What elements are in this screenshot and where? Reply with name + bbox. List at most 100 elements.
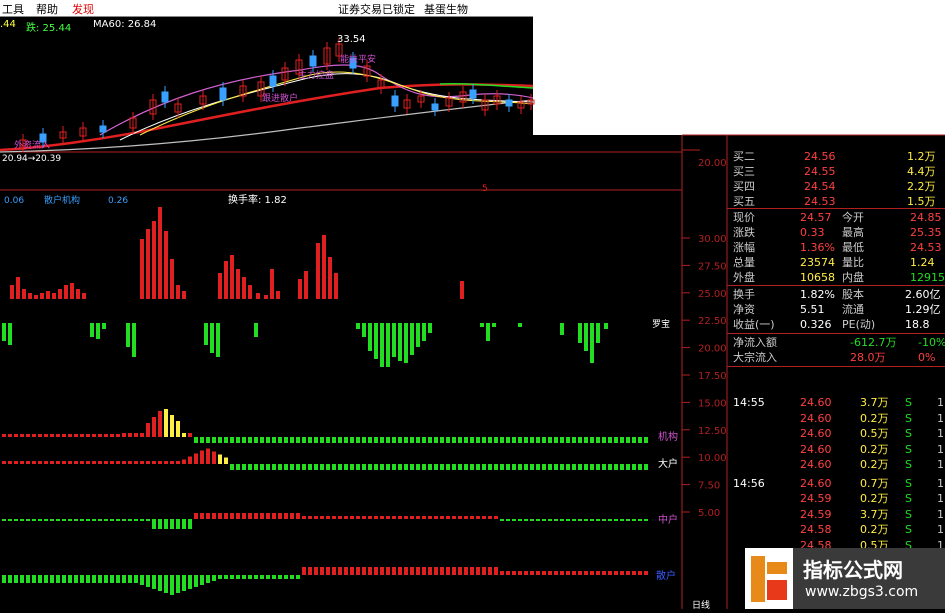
band-bar bbox=[524, 571, 528, 575]
band-bar bbox=[542, 437, 546, 443]
band-bar bbox=[392, 464, 396, 470]
band-bar bbox=[446, 567, 450, 575]
band-bar bbox=[626, 464, 630, 470]
quote-label: 现价 bbox=[733, 211, 755, 224]
indicator-bar-down bbox=[392, 323, 396, 357]
band-bar bbox=[590, 519, 594, 521]
indicator-val2: 0.26 bbox=[108, 196, 128, 206]
band-bar bbox=[620, 571, 624, 575]
band-bar bbox=[578, 519, 582, 521]
band-bar bbox=[134, 575, 138, 583]
band-bar bbox=[548, 571, 552, 575]
band-bar bbox=[86, 461, 90, 464]
band-bar bbox=[518, 464, 522, 470]
band-bar bbox=[260, 464, 264, 470]
band-bar bbox=[404, 516, 408, 519]
band-bar bbox=[374, 516, 378, 519]
tick-price: 24.60 bbox=[800, 427, 832, 440]
stat-value2: 18.8 bbox=[905, 318, 930, 331]
band-bar bbox=[122, 461, 126, 464]
band-bar bbox=[374, 437, 378, 443]
orderbook-price: 24.55 bbox=[804, 165, 836, 178]
band-bar bbox=[176, 461, 180, 464]
band-bar bbox=[146, 461, 150, 464]
candle-body bbox=[219, 87, 227, 101]
indicator-bar-up bbox=[334, 273, 338, 299]
band-bar bbox=[452, 437, 456, 443]
band-bar bbox=[596, 571, 600, 575]
band-bar bbox=[290, 464, 294, 470]
band-bar bbox=[92, 434, 96, 437]
band-bar bbox=[602, 519, 606, 521]
tick-count: 1 bbox=[937, 507, 944, 521]
indicator-bar-down bbox=[578, 323, 582, 343]
band-bar bbox=[512, 464, 516, 470]
stat-value: 0.326 bbox=[800, 318, 832, 331]
band-bar bbox=[14, 575, 18, 583]
stat-label: 净资 bbox=[733, 303, 755, 316]
band-bar bbox=[170, 519, 174, 529]
indicator-bar-up bbox=[182, 291, 186, 299]
tick-volume: 0.2万 bbox=[860, 458, 889, 471]
watermark-url: www.zbgs3.com bbox=[805, 584, 919, 600]
tick-side: S bbox=[905, 507, 912, 521]
band-bar bbox=[506, 571, 510, 575]
band-bar bbox=[308, 516, 312, 519]
band-bar bbox=[26, 575, 30, 583]
band-bar bbox=[428, 516, 432, 519]
indicator-bar-down bbox=[604, 323, 608, 329]
indicator-bar-up bbox=[146, 229, 150, 299]
indicator-bar-down bbox=[398, 323, 402, 361]
orderbook-name: 买二 bbox=[733, 150, 755, 163]
band-bar bbox=[572, 464, 576, 470]
indicator-bar-down bbox=[216, 323, 220, 357]
band-bar bbox=[110, 434, 114, 437]
band-bar bbox=[524, 464, 528, 470]
band-bar bbox=[464, 567, 468, 575]
band-bar bbox=[584, 519, 588, 521]
band-bar bbox=[140, 575, 144, 585]
band-bar bbox=[338, 464, 342, 470]
band-bar bbox=[380, 516, 384, 519]
band-bar bbox=[368, 567, 372, 575]
band-bar bbox=[188, 519, 192, 529]
band-bar bbox=[140, 519, 144, 521]
band-bar bbox=[338, 437, 342, 443]
band-bar bbox=[56, 575, 60, 583]
band-bar bbox=[2, 434, 6, 437]
indicator-bar-up bbox=[34, 295, 38, 299]
orderbook-vol: 4.4万 bbox=[907, 165, 936, 178]
band-bar bbox=[236, 464, 240, 470]
band-bar bbox=[8, 575, 12, 583]
tick-volume: 0.2万 bbox=[860, 523, 889, 536]
y-tick-label: 25.00 bbox=[698, 289, 727, 300]
band-bar bbox=[572, 519, 576, 521]
band-bar bbox=[140, 461, 144, 464]
quote-value2: 24.85 bbox=[910, 211, 942, 224]
band-bar bbox=[20, 461, 24, 464]
band-bar bbox=[68, 461, 72, 464]
indicator-bar-up bbox=[40, 293, 44, 299]
quote-label2: 最高 bbox=[842, 226, 864, 239]
band-bar bbox=[302, 516, 306, 519]
tick-count: 1 bbox=[937, 442, 944, 456]
tick-count: 1 bbox=[937, 476, 944, 490]
band-bar bbox=[458, 464, 462, 470]
band-bar bbox=[164, 461, 168, 464]
band-bar bbox=[68, 575, 72, 583]
band-bar bbox=[548, 519, 552, 521]
tick-side: S bbox=[905, 411, 912, 425]
band-bar bbox=[110, 519, 114, 521]
band-bar bbox=[422, 437, 426, 443]
band-bar bbox=[44, 575, 48, 583]
band-bar bbox=[242, 575, 246, 579]
band-bar bbox=[488, 516, 492, 519]
band-bar bbox=[104, 434, 108, 437]
band-bar bbox=[542, 464, 546, 470]
stat-value: 5.51 bbox=[800, 303, 825, 316]
band-bar bbox=[422, 567, 426, 575]
band-bar bbox=[548, 437, 552, 443]
quote-value: 23574 bbox=[800, 256, 835, 269]
band-bar bbox=[170, 461, 174, 464]
indicator-bar-down bbox=[492, 323, 496, 327]
